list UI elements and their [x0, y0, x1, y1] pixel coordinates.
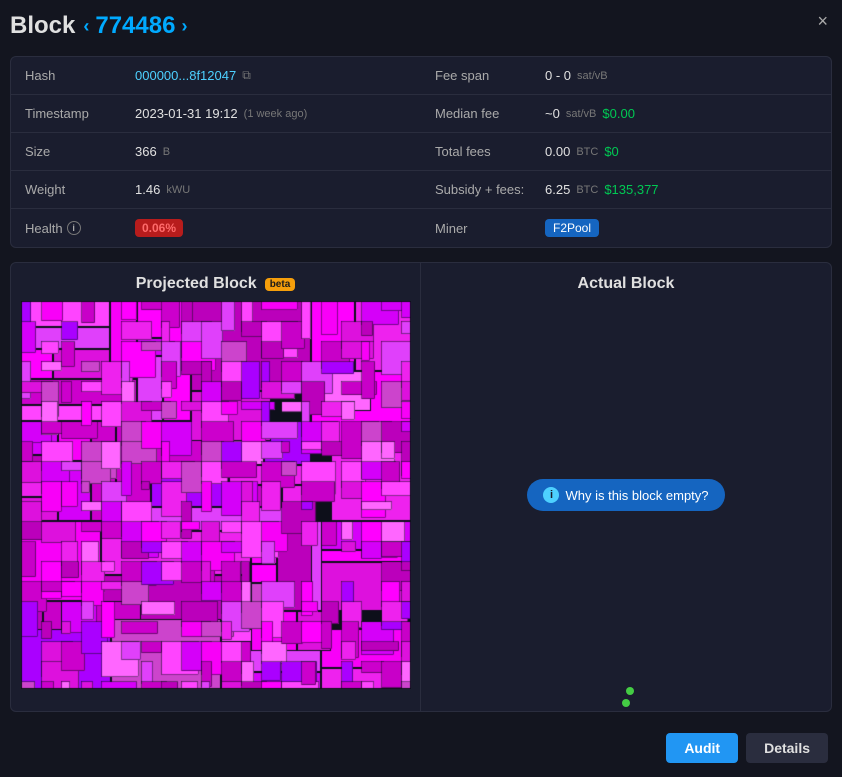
median-fee-value: ~0 sat/vB $0.00 [545, 106, 635, 121]
page-title: Block [10, 12, 75, 40]
close-button[interactable]: × [817, 12, 828, 30]
size-row: Size 366 B [11, 133, 421, 171]
copy-icon[interactable]: ⧉ [242, 68, 251, 83]
block-number: 774486 [95, 12, 175, 40]
miner-badge[interactable]: F2Pool [545, 219, 599, 237]
median-fee-label: Median fee [435, 106, 545, 121]
fee-span-value: 0 - 0 sat/vB [545, 68, 608, 83]
actual-block-title: Actual Block [578, 263, 675, 301]
timestamp-text: 2023-01-31 19:12 [135, 106, 238, 121]
size-value: 366 B [135, 144, 170, 159]
beta-badge: beta [265, 278, 296, 291]
timestamp-value: 2023-01-31 19:12 (1 week ago) [135, 106, 307, 121]
why-empty-label: Why is this block empty? [565, 488, 708, 503]
hash-row: Hash 000000...8f12047 ⧉ [11, 57, 421, 95]
median-fee-row: Median fee ~0 sat/vB $0.00 [421, 95, 831, 133]
total-fees-row: Total fees 0.00 BTC $0 [421, 133, 831, 171]
hash-label: Hash [25, 68, 135, 83]
timestamp-relative: (1 week ago) [244, 108, 308, 120]
total-fees-value: 0.00 BTC $0 [545, 144, 619, 159]
projected-block-section: Projected Block beta [11, 263, 421, 711]
block-navigation: ‹ 774486 › [83, 12, 187, 40]
hash-link[interactable]: 000000...8f12047 [135, 68, 236, 83]
health-value: 0.06% [135, 219, 183, 237]
health-info-icon[interactable]: i [67, 221, 81, 235]
median-fee-number: ~0 [545, 106, 560, 121]
info-left: Hash 000000...8f12047 ⧉ Timestamp 2023-0… [11, 57, 421, 247]
fee-span-text: 0 - 0 [545, 68, 571, 83]
footer-buttons: Audit Details [666, 733, 828, 763]
info-panel: Hash 000000...8f12047 ⧉ Timestamp 2023-0… [10, 56, 832, 248]
next-block-arrow[interactable]: › [181, 16, 187, 37]
actual-block-title-text: Actual Block [578, 275, 675, 293]
subsidy-value: 6.25 BTC $135,377 [545, 182, 659, 197]
median-fee-usd: $0.00 [602, 106, 635, 121]
actual-block-empty: i Why is this block empty? [421, 301, 831, 689]
subsidy-number: 6.25 [545, 182, 570, 197]
color-indicator-dot [626, 687, 634, 695]
treemap-canvas [21, 301, 411, 689]
info-right: Fee span 0 - 0 sat/vB Median fee ~0 sat/… [421, 57, 831, 247]
status-dot [622, 699, 630, 707]
details-button[interactable]: Details [746, 733, 828, 763]
weight-value: 1.46 kWU [135, 182, 190, 197]
why-empty-button[interactable]: i Why is this block empty? [527, 479, 724, 511]
subsidy-unit: BTC [576, 184, 598, 196]
subsidy-label: Subsidy + fees: [435, 182, 545, 197]
total-fees-usd: $0 [604, 144, 618, 159]
size-label: Size [25, 144, 135, 159]
miner-row: Miner F2Pool [421, 209, 831, 247]
median-fee-unit: sat/vB [566, 108, 597, 120]
projected-block-title-text: Projected Block [136, 275, 257, 293]
timestamp-row: Timestamp 2023-01-31 19:12 (1 week ago) [11, 95, 421, 133]
info-circle-icon: i [543, 487, 559, 503]
health-badge: 0.06% [135, 219, 183, 237]
size-number: 366 [135, 144, 157, 159]
viz-panel: Projected Block beta Actual Block i Why … [10, 262, 832, 712]
header: Block ‹ 774486 › [10, 10, 832, 42]
weight-number: 1.46 [135, 182, 160, 197]
weight-row: Weight 1.46 kWU [11, 171, 421, 209]
projected-block-title: Projected Block beta [136, 263, 296, 301]
health-label: Health i [25, 221, 135, 236]
timestamp-label: Timestamp [25, 106, 135, 121]
subsidy-usd: $135,377 [604, 182, 658, 197]
total-fees-unit: BTC [576, 146, 598, 158]
miner-value: F2Pool [545, 219, 599, 237]
total-fees-number: 0.00 [545, 144, 570, 159]
actual-block-section: Actual Block i Why is this block empty? [421, 263, 831, 711]
audit-button[interactable]: Audit [666, 733, 738, 763]
hash-value: 000000...8f12047 ⧉ [135, 68, 251, 83]
miner-label: Miner [435, 221, 545, 236]
weight-unit: kWU [166, 184, 190, 196]
prev-block-arrow[interactable]: ‹ [83, 16, 89, 37]
health-row: Health i 0.06% [11, 209, 421, 247]
size-unit: B [163, 146, 170, 158]
subsidy-row: Subsidy + fees: 6.25 BTC $135,377 [421, 171, 831, 209]
fee-span-label: Fee span [435, 68, 545, 83]
weight-label: Weight [25, 182, 135, 197]
fee-span-unit: sat/vB [577, 70, 608, 82]
fee-span-row: Fee span 0 - 0 sat/vB [421, 57, 831, 95]
main-container: × Block ‹ 774486 › Hash 000000...8f12047… [0, 0, 842, 777]
total-fees-label: Total fees [435, 144, 545, 159]
